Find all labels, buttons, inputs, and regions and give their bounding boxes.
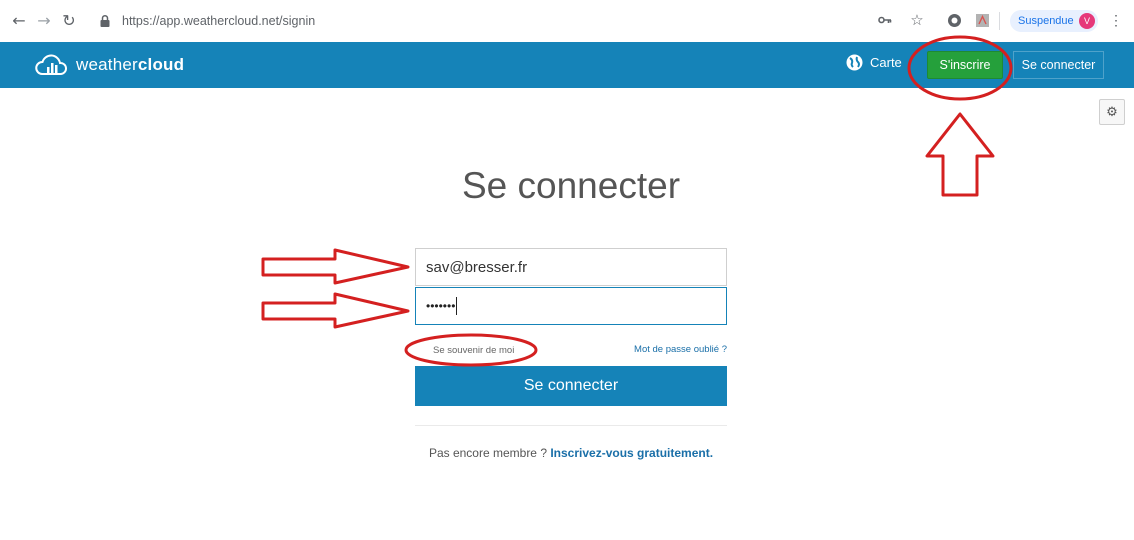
- brand-name: weathercloud: [76, 55, 185, 74]
- remember-me-checkbox[interactable]: Se souvenir de moi: [433, 345, 514, 356]
- signin-submit-button[interactable]: Se connecter: [415, 366, 727, 406]
- password-field[interactable]: •••••••: [415, 287, 727, 325]
- password-arrow-annotation: [261, 292, 410, 329]
- email-value: sav@bresser.fr: [426, 258, 528, 276]
- signup-link[interactable]: Inscrivez-vous gratuitement.: [550, 446, 713, 460]
- key-icon[interactable]: [874, 9, 896, 31]
- cloud-logo-icon: [35, 54, 67, 75]
- forward-icon[interactable]: →: [33, 9, 55, 31]
- signup-prompt: Pas encore membre ? Inscrivez-vous gratu…: [415, 446, 727, 460]
- back-icon[interactable]: ←: [8, 9, 30, 31]
- avatar: V: [1079, 13, 1095, 29]
- page-title: Se connecter: [461, 165, 681, 206]
- app-header: weathercloud Carte S'inscrire Se connect…: [0, 42, 1134, 88]
- divider: [415, 425, 727, 426]
- screenshot-root: ← → ↻ https://app.weathercloud.net/signi…: [0, 0, 1134, 540]
- profile-button[interactable]: Suspendue V: [1010, 10, 1098, 32]
- pdf-icon[interactable]: [971, 9, 993, 31]
- extension-icon[interactable]: [943, 9, 965, 31]
- url-text: https://app.weathercloud.net/signin: [122, 14, 316, 28]
- email-arrow-annotation: [261, 248, 410, 285]
- globe-icon: [846, 54, 863, 71]
- gear-icon[interactable]: ⚙: [1099, 99, 1125, 125]
- toolbar-separator: [999, 12, 1000, 30]
- signup-prompt-text: Pas encore membre ?: [428, 446, 551, 460]
- address-bar[interactable]: https://app.weathercloud.net/signin: [98, 10, 908, 32]
- browser-toolbar: ← → ↻ https://app.weathercloud.net/signi…: [0, 0, 1134, 42]
- map-link[interactable]: Carte: [846, 54, 902, 71]
- map-label: Carte: [870, 55, 902, 70]
- forgot-password-link[interactable]: Mot de passe oublié ?: [627, 344, 727, 355]
- signup-button[interactable]: S'inscrire: [927, 51, 1003, 79]
- signin-nav-button[interactable]: Se connecter: [1013, 51, 1104, 79]
- brand-logo[interactable]: weathercloud: [34, 50, 184, 80]
- up-arrow-annotation: [925, 112, 995, 197]
- email-field[interactable]: sav@bresser.fr: [415, 248, 727, 286]
- star-icon[interactable]: ☆: [906, 9, 928, 31]
- lock-icon: [100, 14, 110, 27]
- password-value: •••••••: [426, 299, 456, 313]
- profile-label: Suspendue: [1018, 15, 1074, 27]
- reload-icon[interactable]: ↻: [58, 9, 80, 31]
- text-caret: [456, 297, 458, 315]
- menu-icon[interactable]: ⋮: [1109, 9, 1123, 31]
